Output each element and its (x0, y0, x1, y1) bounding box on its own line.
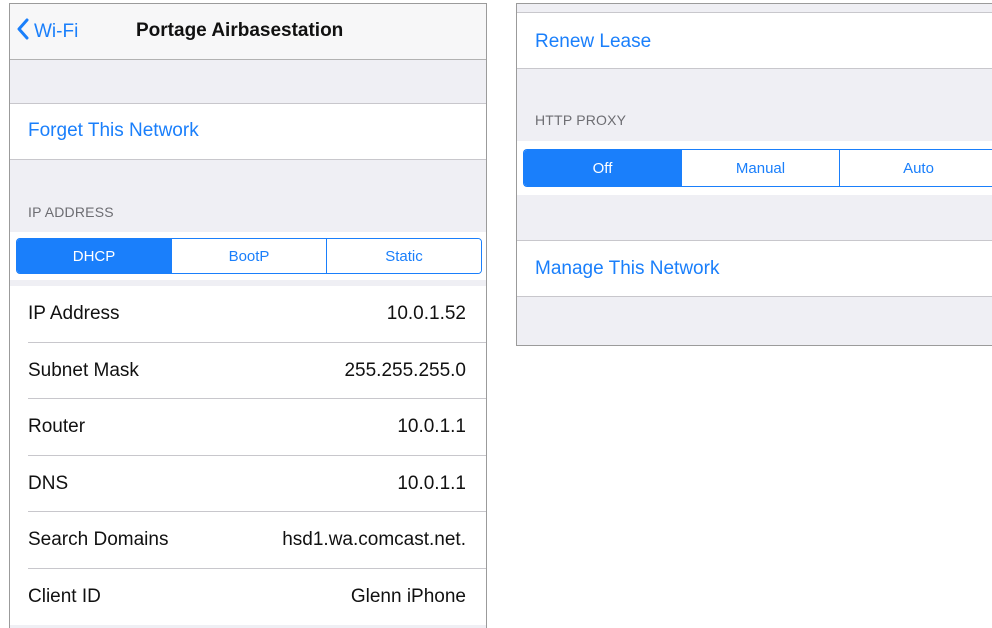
left-settings-screen: Wi-Fi Portage Airbasestation Forget This… (9, 3, 487, 628)
forget-network-button[interactable]: Forget This Network (28, 120, 199, 142)
row-value: 10.0.1.1 (397, 472, 466, 494)
row-value: Glenn iPhone (350, 585, 466, 607)
row-label: Search Domains (28, 529, 169, 551)
renew-lease-cell[interactable]: Renew Lease (517, 12, 992, 69)
row-label: Subnet Mask (28, 359, 139, 381)
row-label: Client ID (28, 585, 101, 607)
row-value: 10.0.1.1 (397, 416, 466, 438)
row-value: hsd1.wa.comcast.net. (282, 529, 466, 551)
row-client-id: Client ID Glenn iPhone (10, 569, 486, 626)
page-title: Portage Airbasestation (136, 20, 344, 41)
segment-manual[interactable]: Manual (681, 150, 839, 186)
segment-dhcp[interactable]: DHCP (17, 239, 171, 273)
chevron-left-icon (16, 18, 30, 46)
ip-address-section-header: IP ADDRESS (28, 204, 114, 220)
http-proxy-section-header: HTTP PROXY (535, 112, 627, 128)
back-label: Wi-Fi (34, 21, 79, 42)
manage-network-button[interactable]: Manage This Network (535, 258, 719, 280)
row-value: 255.255.255.0 (344, 359, 466, 381)
proxy-mode-cell: Off Manual Auto (517, 141, 992, 195)
row-label: DNS (28, 472, 69, 494)
segment-off[interactable]: Off (524, 150, 681, 186)
ip-mode-cell: DHCP BootP Static (10, 232, 486, 280)
row-label: Router (28, 416, 86, 438)
right-settings-screen: Renew Lease HTTP PROXY Off Manual Auto M… (516, 3, 992, 346)
segment-static[interactable]: Static (326, 239, 481, 273)
row-value: 10.0.1.52 (386, 303, 466, 325)
row-dns: DNS 10.0.1.1 (10, 456, 486, 512)
row-subnet-mask: Subnet Mask 255.255.255.0 (10, 343, 486, 399)
proxy-mode-segmented-control[interactable]: Off Manual Auto (523, 149, 992, 187)
manage-network-cell[interactable]: Manage This Network (517, 240, 992, 297)
ip-details-list: IP Address 10.0.1.52 Subnet Mask 255.255… (10, 286, 486, 625)
row-search-domains: Search Domains hsd1.wa.comcast.net. (10, 512, 486, 569)
row-label: IP Address (28, 303, 120, 325)
renew-lease-button[interactable]: Renew Lease (535, 31, 651, 53)
row-ip-address: IP Address 10.0.1.52 (10, 286, 486, 343)
back-button[interactable]: Wi-Fi (16, 18, 78, 46)
row-router: Router 10.0.1.1 (10, 399, 486, 456)
segment-bootp[interactable]: BootP (171, 239, 326, 273)
segment-auto[interactable]: Auto (839, 150, 992, 186)
navigation-bar: Wi-Fi Portage Airbasestation (10, 4, 486, 60)
forget-network-cell[interactable]: Forget This Network (10, 103, 486, 160)
ip-mode-segmented-control[interactable]: DHCP BootP Static (16, 238, 482, 274)
